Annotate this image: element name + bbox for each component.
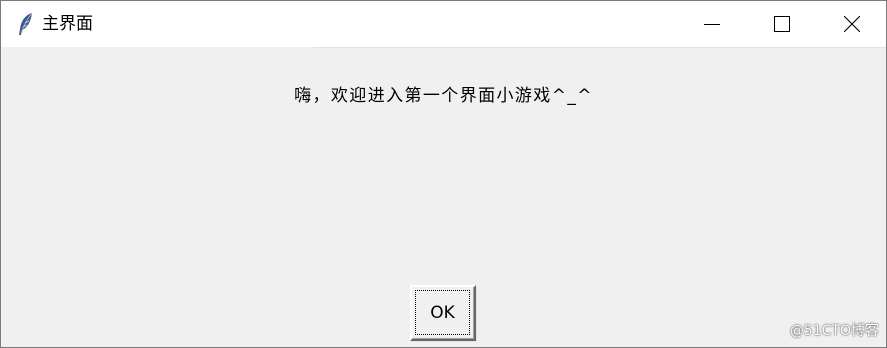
watermark: @51CTO博客 [789,323,879,339]
minimize-icon [704,16,720,32]
ok-button-label: OK [415,290,470,335]
maximize-button[interactable] [747,1,817,47]
main-window: 主界面 嗨，欢迎进入第一个界面小游戏^_^ OK [0,0,887,348]
title-bar[interactable]: 主界面 [1,1,886,47]
ok-button[interactable]: OK [410,285,476,341]
welcome-message: 嗨，欢迎进入第一个界面小游戏^_^ [294,86,593,106]
close-button[interactable] [817,1,886,47]
maximize-icon [774,16,790,32]
minimize-button[interactable] [677,1,747,47]
title-bar-divider [313,47,886,48]
window-title: 主界面 [42,14,93,34]
feather-icon [15,11,37,37]
close-icon [844,16,860,32]
